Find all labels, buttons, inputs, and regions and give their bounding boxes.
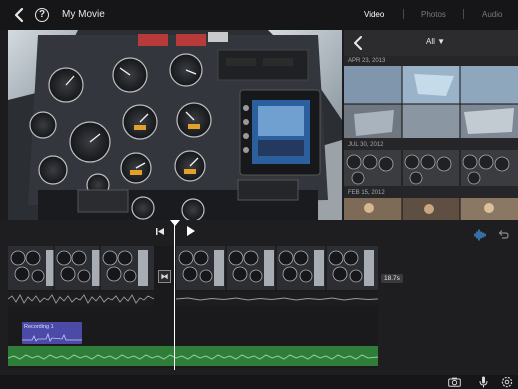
clip-audio-waveform <box>8 292 378 306</box>
undo-icon[interactable] <box>497 229 509 240</box>
video-thumbnails <box>344 198 518 220</box>
tab-video[interactable]: Video <box>364 10 384 19</box>
clip-filmstrip <box>176 246 378 290</box>
thumbnail-row[interactable] <box>344 66 518 138</box>
tab-audio[interactable]: Audio <box>482 10 502 19</box>
voiceover-recording-clip[interactable]: Recording 1 <box>22 322 82 344</box>
video-clip[interactable] <box>8 246 154 290</box>
tab-divider <box>463 9 464 19</box>
section-date-label: FEB 15, 2012 <box>348 190 385 196</box>
playhead-marker[interactable] <box>170 220 180 226</box>
video-thumbnails <box>344 66 518 138</box>
camera-icon[interactable] <box>448 377 461 387</box>
cockpit-preview-image <box>8 30 342 220</box>
section-date-label: APR 23, 2013 <box>348 58 386 64</box>
browser-back-chevron-icon[interactable] <box>353 36 363 50</box>
clip-duration-badge: 18.7s <box>381 274 403 283</box>
video-preview-viewer[interactable] <box>8 30 342 220</box>
browser-header: All ▼ <box>344 30 518 56</box>
video-thumbnails <box>344 150 518 186</box>
top-toolbar: ? My Movie Video Photos Audio <box>0 0 518 30</box>
help-question-icon[interactable]: ? <box>35 8 49 22</box>
bottom-toolbar <box>0 375 518 389</box>
audio-waveform-icon[interactable] <box>474 229 486 241</box>
back-chevron-icon[interactable] <box>12 7 26 23</box>
project-title: My Movie <box>62 9 105 20</box>
filter-dropdown[interactable]: All ▼ <box>426 37 445 46</box>
playhead[interactable] <box>174 222 175 370</box>
thumbnail-row[interactable] <box>344 150 518 186</box>
recording-label: Recording 1 <box>24 324 54 330</box>
music-waveform <box>8 354 378 360</box>
video-clip[interactable] <box>176 246 378 290</box>
skip-to-start-icon[interactable] <box>155 227 165 236</box>
microphone-icon[interactable] <box>479 376 488 388</box>
settings-gear-icon[interactable] <box>501 376 513 388</box>
tab-photos[interactable]: Photos <box>421 10 446 19</box>
media-browser: All ▼ APR 23, 2013 JUL 30, 2012 FEB 15, … <box>344 30 518 220</box>
background-music-track[interactable] <box>8 346 378 366</box>
section-date-label: JUL 30, 2012 <box>348 142 384 148</box>
thumbnail-row[interactable] <box>344 198 518 220</box>
tab-divider <box>403 9 404 19</box>
transition-button[interactable]: ⧓ <box>158 270 171 283</box>
play-icon[interactable] <box>186 225 196 237</box>
clip-filmstrip <box>8 246 154 290</box>
